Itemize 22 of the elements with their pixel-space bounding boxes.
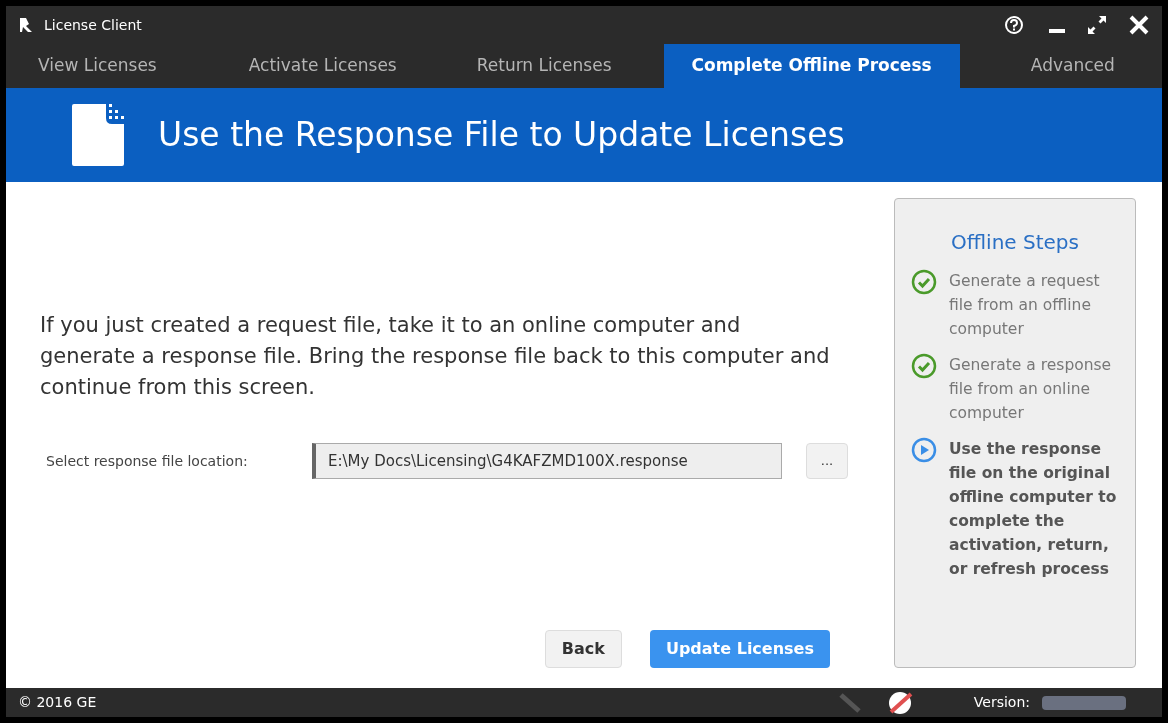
maximize-icon[interactable] (1086, 14, 1108, 36)
close-icon[interactable] (1128, 14, 1150, 36)
tab[interactable]: Activate Licenses (220, 44, 425, 88)
help-icon[interactable] (1004, 15, 1024, 35)
steps-title: Offline Steps (950, 229, 1080, 256)
step-text: Use the response file on the original offline computer to complete the activation, return, or refresh process (949, 439, 1118, 580)
copyright-text: © 2016 GE (18, 693, 97, 712)
page-title: Use the Response File to Update Licenses (158, 114, 845, 157)
tab[interactable]: Complete Offline Process (663, 44, 960, 88)
tab[interactable]: Advanced (983, 44, 1162, 88)
window-title: License Client (44, 15, 142, 35)
file-location-label: Select response file location: (46, 451, 249, 471)
browse-button[interactable]: ... (806, 443, 848, 479)
document-icon (70, 102, 126, 168)
step-text: Generate a response file from an online computer (949, 355, 1113, 424)
tab[interactable]: View Licenses (6, 44, 197, 88)
back-button[interactable]: Back (544, 630, 622, 668)
instructions-text: If you just created a request file, take it to an online computer and generate a response file. Bring the response file back to this computer and continue from this screen. (40, 312, 830, 401)
step-text: Generate a request file from an offline computer (949, 271, 1101, 340)
tab[interactable]: Return Licenses (448, 44, 640, 88)
version-label: Version: (973, 693, 1030, 712)
file-path-field[interactable]: E:\My Docs\Licensing\G4KAFZMD100X.response (312, 443, 782, 479)
